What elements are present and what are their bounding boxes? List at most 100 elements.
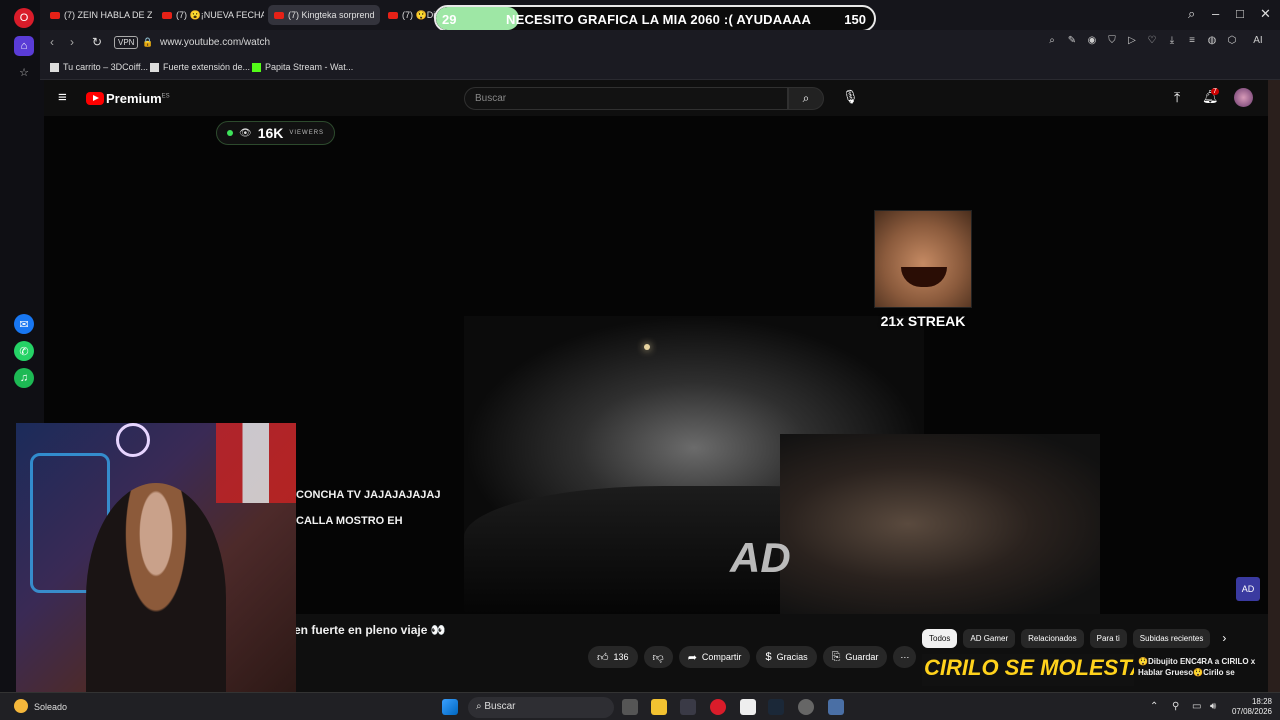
star-icon[interactable]: ☆ [14, 62, 34, 82]
more-icon: ⋯ [900, 651, 910, 662]
screen: { "browser": { "tabs": [ {"label": "(7) … [0, 0, 1280, 720]
bookmark-1[interactable]: Tu carrito – 3DCoiff... [50, 62, 149, 73]
shield-icon[interactable]: ⛉ [1106, 35, 1118, 47]
thumbs-down-icon: 👎︎ [652, 651, 664, 664]
avatar[interactable] [1234, 88, 1253, 107]
windows-start-icon[interactable] [442, 699, 458, 715]
bookmark-3[interactable]: Papita Stream - Wat... [252, 62, 353, 73]
home-icon[interactable]: ⌂ [14, 36, 34, 56]
share-icon: ➦ [687, 651, 697, 664]
upload-icon[interactable]: ⤒ [1174, 89, 1180, 106]
camera-icon[interactable]: ◉ [1086, 35, 1098, 47]
hamburger-menu-icon[interactable]: ≡ [58, 89, 67, 106]
like-count: 136 [613, 652, 629, 662]
menu-icon[interactable]: ≡ [1186, 35, 1198, 47]
recommended-title[interactable]: 😲Dibujito ENC4RA a CIRILO x Hablar Grues… [1138, 656, 1268, 678]
channel-watermark: AD [730, 534, 791, 581]
file-explorer-icon[interactable] [651, 699, 667, 715]
chip-ad-gamer[interactable]: AD Gamer [963, 629, 1016, 648]
share-button[interactable]: ➦ Compartir [678, 646, 751, 668]
search-button[interactable]: ⌕ [788, 87, 824, 110]
dislike-button[interactable]: 👎︎ [643, 646, 673, 668]
chevron-up-icon[interactable]: ⌃ [1150, 701, 1158, 712]
viewers-count: 16K [257, 125, 284, 141]
opera-taskbar-icon[interactable] [710, 699, 726, 715]
youtube-logo[interactable]: PremiumES [86, 91, 170, 106]
thumbs-up-icon: 👍︎ [597, 651, 609, 664]
settings-app-icon[interactable] [680, 699, 696, 715]
taskbar-search[interactable]: ⌕ Buscar [468, 697, 614, 718]
chevron-right-icon[interactable]: › [1222, 629, 1226, 648]
tab-label: (7) ZEIN HABLA DE ZULLY [64, 10, 152, 20]
like-button[interactable]: 👍︎ 136 [588, 646, 638, 668]
chip-para-ti[interactable]: Para ti [1089, 629, 1127, 648]
chip-relacionados[interactable]: Relacionados [1021, 629, 1084, 648]
url-field[interactable]: www.youtube.com/watch [160, 37, 270, 48]
forward-icon[interactable]: › [70, 35, 74, 49]
tab-1[interactable]: (7) ZEIN HABLA DE ZULLY [44, 5, 152, 25]
weather-sun-icon[interactable] [14, 699, 28, 713]
edit-icon[interactable]: ✎ [1066, 35, 1078, 47]
aria-ai-button[interactable]: AI [1246, 35, 1270, 47]
tab-2[interactable]: (7) 😮¡NUEVA FECHA par [156, 5, 264, 25]
profile-icon[interactable]: ◍ [1206, 35, 1218, 47]
chip-subidas-recientes[interactable]: Subidas recientes [1132, 629, 1211, 648]
emote-mouth [901, 267, 947, 287]
filter-chips: Todos AD Gamer Relacionados Para ti Subi… [922, 629, 1226, 648]
more-options-button[interactable]: ⋯ [893, 646, 917, 668]
maximize-icon[interactable]: □ [1236, 6, 1244, 21]
vpn-badge[interactable]: VPN [114, 36, 139, 49]
live-dot-icon [227, 130, 233, 136]
tab-3-active[interactable]: (7) Kingteka sorprend [268, 5, 380, 25]
back-icon[interactable]: ‹ [50, 35, 54, 49]
display-icon[interactable]: ▭ [1192, 701, 1201, 712]
weather-label[interactable]: Soleado [34, 702, 67, 712]
tab-label: (7) 😲Dibu [402, 10, 438, 20]
thanks-button[interactable]: $ Gracias [756, 646, 817, 668]
app-icon[interactable] [828, 699, 844, 715]
logo-text: Premium [106, 91, 162, 106]
notepad-icon[interactable] [740, 699, 756, 715]
volume-icon[interactable]: 🔊︎ [1210, 701, 1216, 712]
steam-icon[interactable] [768, 699, 784, 715]
bookmark-icon: ⎘ [831, 650, 841, 663]
search-input[interactable]: Buscar [464, 87, 788, 110]
recommended-thumbnail[interactable]: CIRILO SE MOLESTA [922, 654, 1134, 686]
goal-text: NECESITO GRAFICA LA MIA 2060 :( AYUDAAAA [506, 12, 812, 27]
browser-tools: ⌕ ✎ ◉ ⛉ ▷ ♡ ⤓ ≡ ◍ ⬡ AI [1046, 35, 1270, 47]
thanks-label: Gracias [776, 652, 808, 662]
spotify-icon[interactable]: ♫ [14, 368, 34, 388]
task-view-icon[interactable] [622, 699, 638, 715]
bookmark-2[interactable]: Fuerte extensión de... [150, 62, 250, 73]
close-icon[interactable]: ✕ [1260, 6, 1271, 22]
tab-4[interactable]: (7) 😲Dibu [382, 5, 438, 25]
bookmark-label: Tu carrito – 3DCoiff... [63, 62, 149, 72]
search-icon[interactable]: ⌕ [1046, 35, 1058, 47]
bookmarks-bar: Tu carrito – 3DCoiff... Fuerte extensión… [40, 56, 1280, 80]
messenger-icon[interactable]: ✉ [14, 314, 34, 334]
microphone-icon[interactable]: 🎙 [842, 89, 859, 105]
chip-todos[interactable]: Todos [922, 629, 958, 648]
video-actions: 👍︎ 136 👎︎ ➦ Compartir $ Gracias ⎘ Guardar ⋯ [588, 646, 917, 668]
bookmark-favicon [150, 63, 159, 73]
whatsapp-icon[interactable]: ✆ [14, 341, 34, 361]
obs-icon[interactable] [798, 699, 814, 715]
channel-branding-icon[interactable]: AD [1236, 577, 1260, 601]
heart-icon[interactable]: ♡ [1146, 35, 1158, 47]
minimize-icon[interactable]: – [1212, 6, 1219, 21]
save-button[interactable]: ⎘ Guardar [822, 646, 888, 668]
viewers-counter: 👁︎ 16K VIEWERS [216, 121, 336, 145]
clock-date: 07/08/2026 [1231, 707, 1272, 716]
reload-icon[interactable]: ↻ [92, 35, 102, 49]
extensions-icon[interactable]: ⬡ [1226, 35, 1238, 47]
stream-goal-bar: 29 NECESITO GRAFICA LA MIA 2060 :( AYUDA… [434, 5, 876, 32]
opera-logo-icon[interactable]: O [14, 8, 34, 28]
clock-time: 18:28 [1251, 697, 1272, 706]
thumbnail-text: CIRILO SE MOLESTA [924, 655, 1134, 680]
play-icon[interactable]: ▷ [1126, 35, 1138, 47]
clock[interactable]: 18:28 07/08/2026 [1232, 697, 1272, 717]
search-tabs-icon[interactable]: ⌕ [1188, 6, 1195, 22]
download-icon[interactable]: ⤓ [1166, 35, 1178, 47]
network-icon[interactable]: ⚲ [1172, 701, 1179, 712]
share-label: Compartir [701, 652, 742, 662]
